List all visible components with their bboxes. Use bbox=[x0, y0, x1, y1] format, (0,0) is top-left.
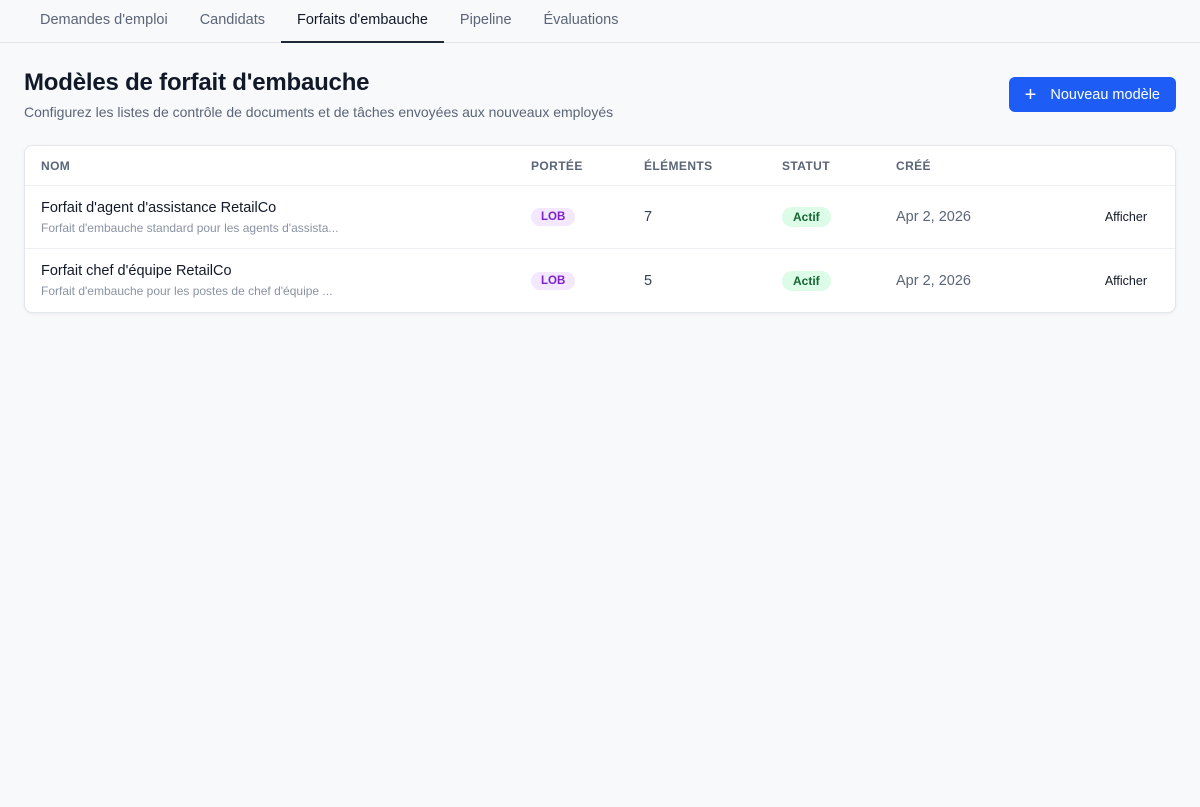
tab-evaluations[interactable]: Évaluations bbox=[528, 0, 635, 43]
table-row[interactable]: Forfait d'agent d'assistance RetailCo Fo… bbox=[25, 186, 1175, 249]
page-header: Modèles de forfait d'embauche Configurez… bbox=[0, 43, 1200, 120]
items-count: 7 bbox=[644, 209, 653, 225]
template-description: Forfait d'embauche standard pour les age… bbox=[41, 220, 339, 235]
column-header-created[interactable]: CRÉÉ bbox=[896, 159, 931, 173]
page-heading-group: Modèles de forfait d'embauche Configurez… bbox=[24, 69, 613, 120]
status-badge: Actif bbox=[782, 207, 831, 227]
template-description: Forfait d'embauche pour les postes de ch… bbox=[41, 284, 333, 298]
page-title: Modèles de forfait d'embauche bbox=[24, 69, 370, 96]
view-button[interactable]: Afficher bbox=[1105, 210, 1147, 224]
new-template-button-label: Nouveau modèle bbox=[1050, 86, 1160, 103]
created-date: Apr 2, 2026 bbox=[896, 272, 971, 289]
scope-badge: LOB bbox=[531, 271, 576, 290]
top-tab-bar: Demandes d'emploi Candidats Forfaits d'e… bbox=[0, 0, 1200, 43]
view-button[interactable]: Afficher bbox=[1105, 274, 1147, 288]
new-template-button[interactable]: + Nouveau modèle bbox=[1008, 77, 1176, 112]
template-name-cell: Forfait chef d'équipe RetailCo Forfait d… bbox=[41, 263, 332, 298]
table-header-row: NOM PORTÉE ÉLÉMENTS STATUT CRÉÉ bbox=[25, 146, 1175, 186]
template-name-cell: Forfait d'agent d'assistance RetailCo Fo… bbox=[41, 200, 338, 235]
tab-forfaits-embauche[interactable]: Forfaits d'embauche bbox=[281, 0, 444, 43]
created-date: Apr 2, 2026 bbox=[896, 209, 971, 225]
status-badge: Actif bbox=[782, 270, 831, 291]
tab-pipeline[interactable]: Pipeline bbox=[444, 0, 528, 43]
scope-badge: LOB bbox=[531, 208, 576, 226]
tab-demandes-emploi[interactable]: Demandes d'emploi bbox=[24, 0, 184, 43]
column-header-items[interactable]: ÉLÉMENTS bbox=[644, 159, 713, 173]
tab-candidats[interactable]: Candidats bbox=[184, 0, 281, 43]
template-name: Forfait chef d'équipe RetailCo bbox=[41, 263, 232, 279]
column-header-name[interactable]: NOM bbox=[41, 159, 70, 173]
column-header-scope[interactable]: PORTÉE bbox=[531, 159, 583, 173]
template-name: Forfait d'agent d'assistance RetailCo bbox=[41, 199, 277, 216]
page-subtitle: Configurez les listes de contrôle de doc… bbox=[24, 104, 614, 120]
items-count: 5 bbox=[644, 272, 653, 289]
column-header-status[interactable]: STATUT bbox=[782, 159, 830, 173]
plus-icon: + bbox=[1024, 83, 1037, 106]
table-row[interactable]: Forfait chef d'équipe RetailCo Forfait d… bbox=[25, 249, 1175, 312]
templates-table: NOM PORTÉE ÉLÉMENTS STATUT CRÉÉ Forfait … bbox=[24, 145, 1176, 313]
